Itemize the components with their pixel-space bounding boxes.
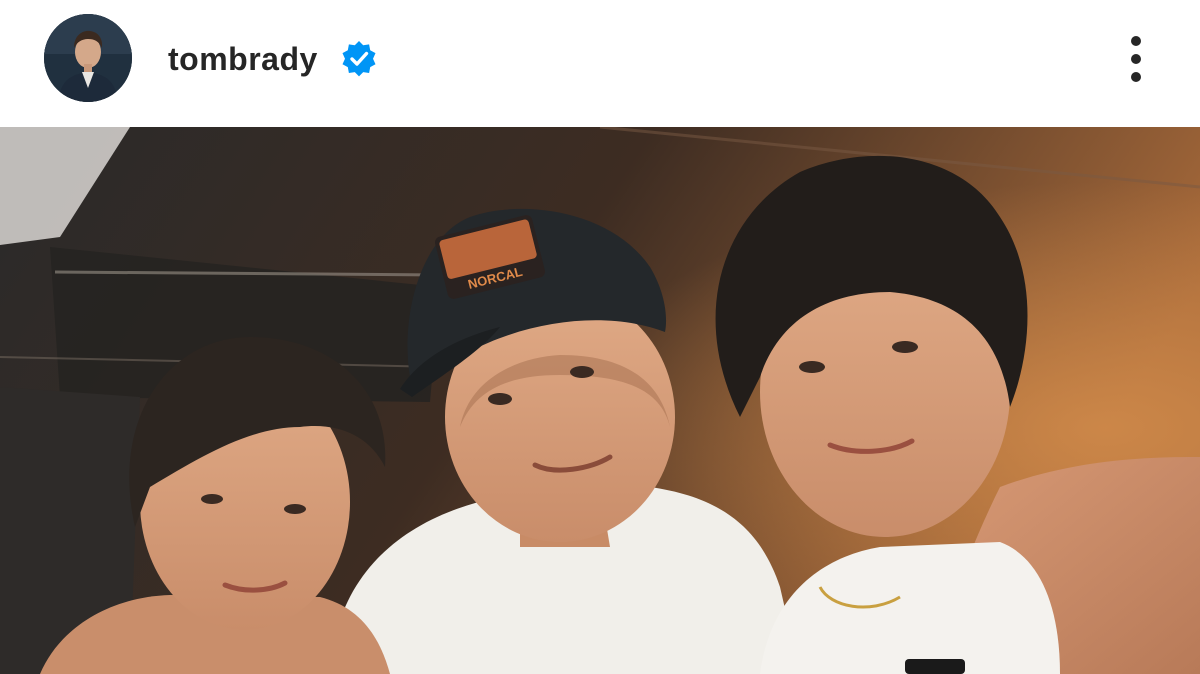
avatar[interactable] bbox=[44, 14, 132, 102]
post-photo[interactable]: NORCAL bbox=[0, 127, 1200, 674]
profile-photo bbox=[44, 14, 132, 102]
verified-badge-icon bbox=[340, 40, 378, 78]
username-link[interactable]: tombrady bbox=[168, 39, 318, 79]
more-options-button[interactable] bbox=[1118, 30, 1154, 88]
post-header: tombrady bbox=[0, 0, 1200, 127]
